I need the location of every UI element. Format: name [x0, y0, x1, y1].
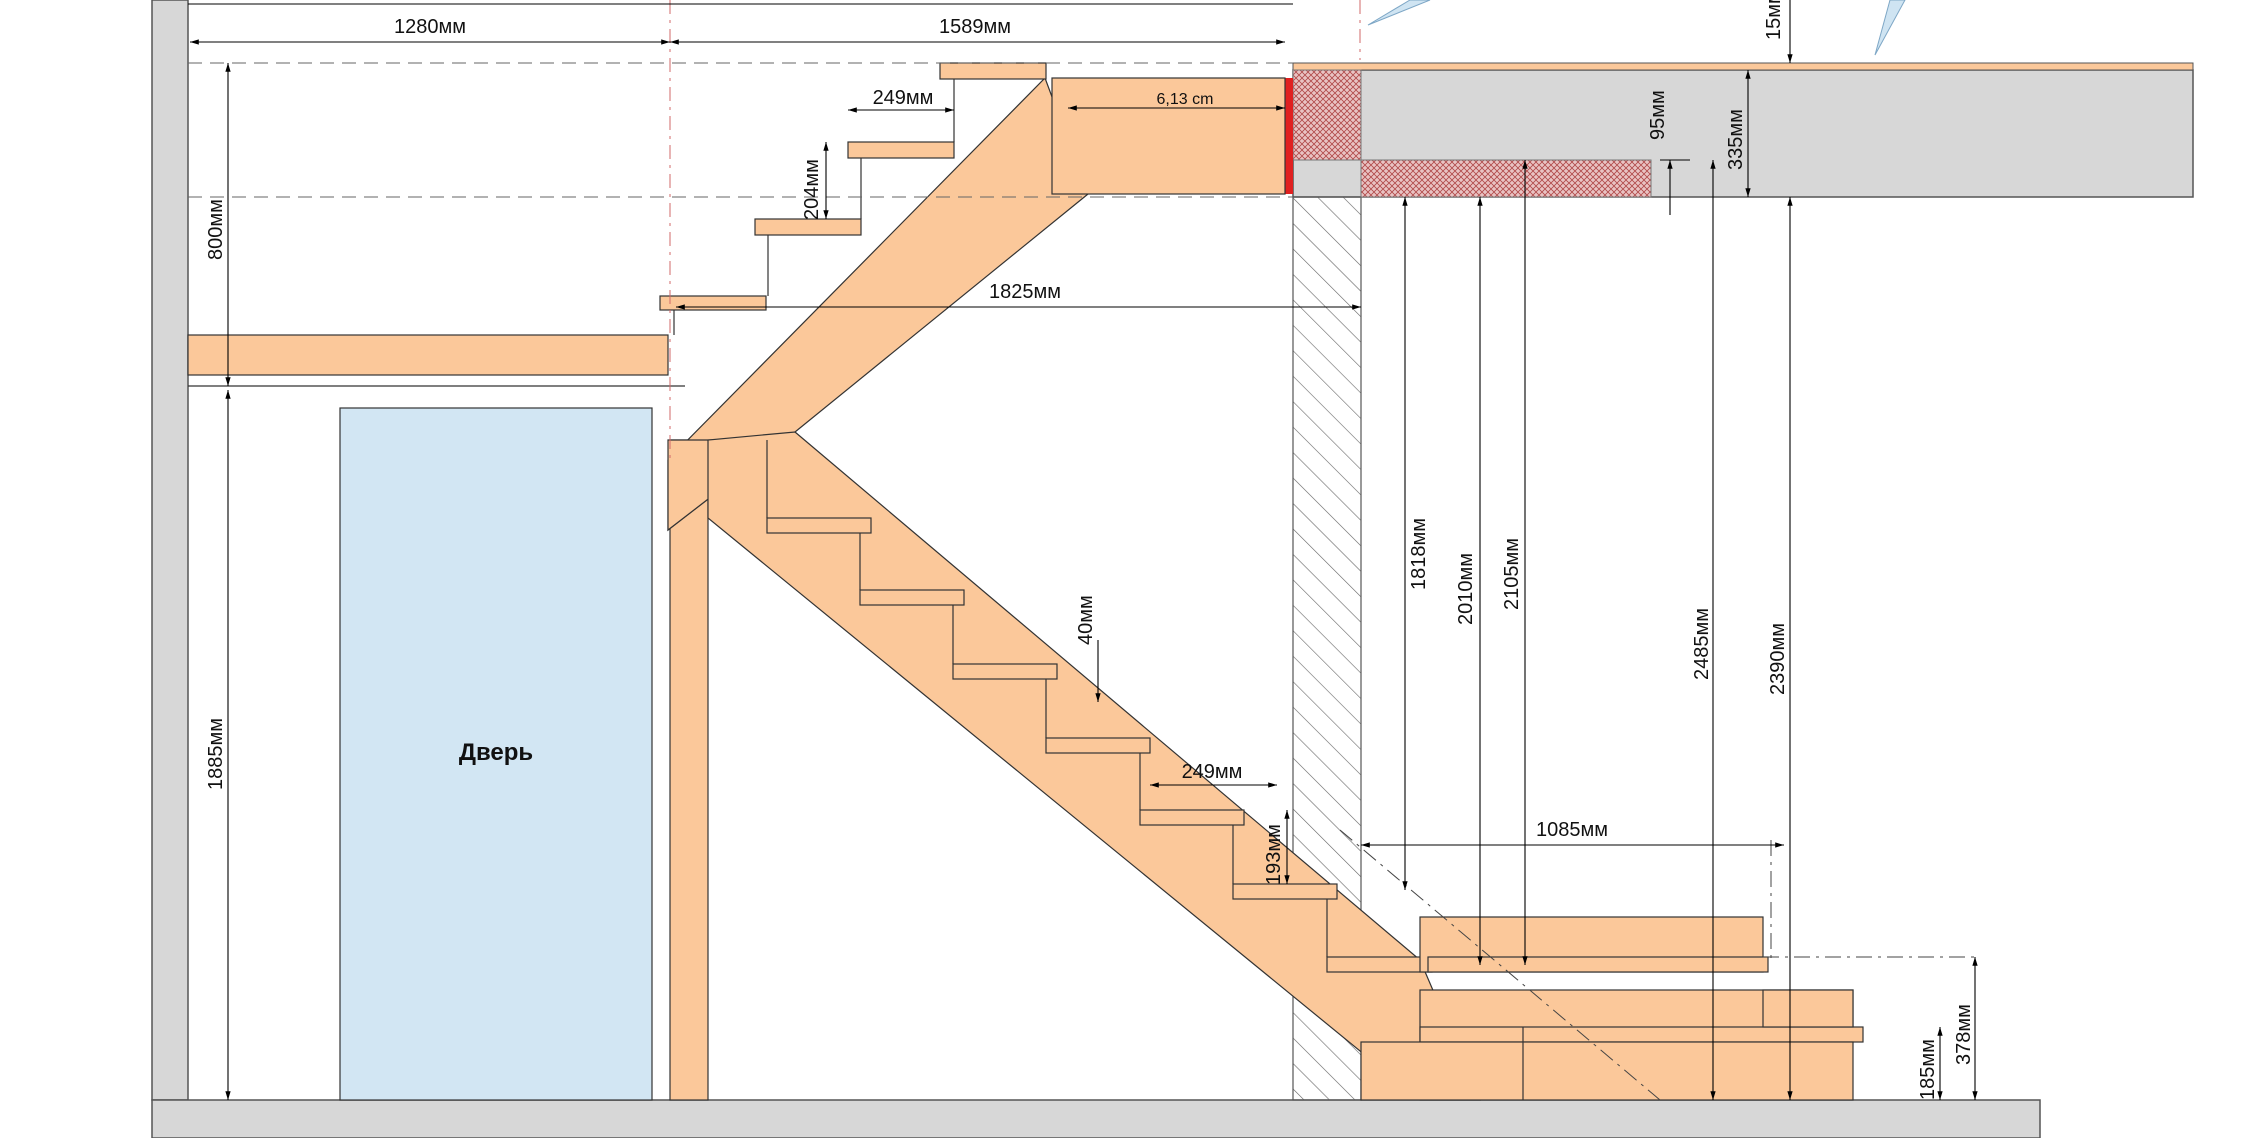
dim-2105-label: 2105мм — [1501, 538, 1523, 610]
lower-tread — [859, 589, 965, 606]
left-wall — [151, 0, 189, 1101]
bottom-step-base — [1360, 1041, 1854, 1101]
lower-tread — [952, 663, 1058, 680]
top-fragment-right — [1874, 0, 1906, 56]
dim-2010-label: 2010мм — [1455, 553, 1477, 625]
dim-335-label: 335мм — [1725, 109, 1747, 170]
lower-tread — [1326, 956, 1433, 973]
dim-15-label: 15мм — [1763, 0, 1785, 40]
dim-249-upper-label: 249мм — [873, 87, 934, 109]
dim-beam-width-label: 6,13 cm — [1157, 91, 1214, 108]
dim-2485-label: 2485мм — [1691, 608, 1713, 680]
dim-1085-label: 1085мм — [1536, 819, 1608, 841]
door-label: Дверь — [459, 739, 533, 766]
beam-hatch-lower — [1360, 159, 1652, 198]
top-fragment-left — [1367, 0, 1431, 26]
bottom-step-lower-tread — [1419, 1026, 1864, 1043]
dim-1589-label: 1589мм — [939, 16, 1011, 38]
upper-tread — [659, 295, 767, 311]
dim-800-label: 800мм — [205, 199, 227, 260]
lower-tread — [766, 517, 872, 534]
bottom-step-upper-tread — [1427, 956, 1769, 973]
lower-tread — [1232, 883, 1338, 900]
floor-slab — [151, 1099, 2041, 1138]
beam-hatch-top — [1292, 69, 1362, 161]
dim-185-label: 185мм — [1917, 1039, 1939, 1100]
upper-tread — [847, 141, 955, 159]
dim-193-label: 193мм — [1263, 824, 1285, 885]
support-post — [669, 439, 709, 1101]
dim-1825-label: 1825мм — [989, 281, 1061, 303]
dim-1280-label: 1280мм — [394, 16, 466, 38]
dim-1818-label: 1818мм — [1408, 518, 1430, 590]
bottom-step-block-right — [1762, 989, 1854, 1028]
upper-tread — [939, 62, 1047, 80]
dim-95-label: 95мм — [1647, 90, 1669, 140]
dim-204-label: 204мм — [801, 159, 823, 220]
staircase-drawing: Дверь 1280мм 1589мм 15мм 249мм 204мм 6,1… — [151, 0, 2194, 1138]
dim-2390-label: 2390мм — [1767, 623, 1789, 695]
dim-1885-label: 1885мм — [205, 718, 227, 790]
lower-tread — [1139, 809, 1245, 826]
red-accent-plate — [1285, 78, 1293, 194]
dim-249-lower-label: 249мм — [1182, 761, 1243, 783]
dim-40-label: 40мм — [1075, 595, 1097, 645]
ceiling-finish — [1292, 62, 2194, 71]
lower-tread — [1045, 737, 1151, 754]
dim-378-label: 378мм — [1953, 1004, 1975, 1065]
upper-floor-joist — [187, 334, 669, 376]
upper-tread — [754, 218, 862, 236]
